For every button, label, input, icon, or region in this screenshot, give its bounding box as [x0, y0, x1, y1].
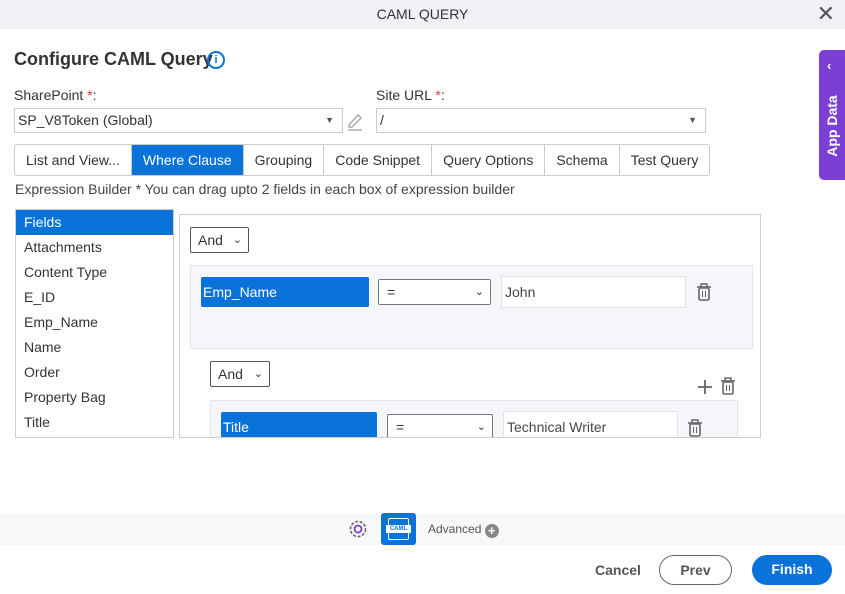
finish-button[interactable]: Finish: [752, 555, 832, 585]
field-item[interactable]: Order: [16, 360, 173, 385]
expression-builder-hint: Expression Builder * You can drag upto 2…: [15, 181, 515, 197]
gear-icon[interactable]: [347, 518, 369, 540]
fields-header: Fields: [16, 210, 173, 235]
close-icon[interactable]: ✕: [817, 3, 835, 25]
fields-list: Fields Attachments Content Type E_ID Emp…: [15, 209, 174, 438]
caml-file-icon[interactable]: CAML: [381, 513, 416, 545]
trash-icon[interactable]: [687, 419, 703, 437]
site-url-label: Site URL *:: [376, 87, 445, 103]
field-item[interactable]: Title: [16, 410, 173, 435]
tab-test-query[interactable]: Test Query: [619, 145, 710, 175]
field-item[interactable]: Attachments: [16, 235, 173, 260]
dialog-title-bar: CAML QUERY: [0, 0, 845, 29]
tab-list-and-view[interactable]: List and View...: [15, 145, 132, 175]
expression-builder: And ⌄ Emp_Name = ⌄ John And ⌄ Title = ⌄ Tech…: [179, 214, 761, 438]
advanced-link[interactable]: Advanced +: [428, 522, 499, 538]
condition-operator-select[interactable]: = ⌄: [378, 279, 491, 305]
outer-operator-select[interactable]: And ⌄: [190, 227, 249, 253]
inner-operator-select[interactable]: And ⌄: [210, 361, 270, 387]
condition-group-2: Title = ⌄ Technical Writer: [210, 400, 738, 437]
condition-value-input[interactable]: John: [501, 276, 686, 308]
prev-button[interactable]: Prev: [659, 555, 732, 585]
trash-icon[interactable]: [696, 283, 712, 301]
info-icon[interactable]: i: [207, 51, 225, 69]
field-item[interactable]: E_ID: [16, 285, 173, 310]
bottom-toolbar: [0, 513, 845, 545]
tab-code-snippet[interactable]: Code Snippet: [324, 145, 433, 175]
tab-bar: List and View... Where Clause Grouping C…: [14, 144, 711, 176]
plus-circle-icon: +: [484, 524, 499, 538]
add-icon[interactable]: [697, 379, 713, 395]
tab-where-clause[interactable]: Where Clause: [131, 145, 244, 175]
page-title: Configure CAML Query: [14, 49, 213, 69]
site-url-select[interactable]: / ▼: [376, 108, 706, 133]
edit-icon[interactable]: [346, 111, 364, 131]
tab-query-options[interactable]: Query Options: [432, 145, 546, 175]
field-item[interactable]: Name: [16, 335, 173, 360]
field-item[interactable]: Property Bag: [16, 385, 173, 410]
app-data-panel-toggle[interactable]: ‹ App Data: [819, 50, 845, 180]
tab-grouping[interactable]: Grouping: [243, 145, 325, 175]
field-item[interactable]: Emp_Name: [16, 310, 173, 335]
condition-group-1: Emp_Name = ⌄ John: [190, 265, 753, 349]
dropdown-arrow-icon: ▼: [325, 115, 334, 125]
chevron-left-icon: ‹: [827, 58, 832, 73]
dropdown-arrow-icon: ▼: [688, 115, 697, 125]
dialog-title: CAML QUERY: [376, 6, 469, 22]
condition-operator-select[interactable]: = ⌄: [387, 414, 493, 437]
condition-value-input[interactable]: Technical Writer: [503, 411, 678, 437]
sharepoint-label: SharePoint *:: [14, 87, 97, 103]
condition-field-chip[interactable]: Title: [221, 412, 377, 437]
field-item[interactable]: Content Type: [16, 260, 173, 285]
sharepoint-select[interactable]: SP_V8Token (Global) ▼: [14, 108, 343, 133]
cancel-button[interactable]: Cancel: [595, 562, 641, 578]
tab-schema[interactable]: Schema: [545, 145, 620, 175]
trash-icon[interactable]: [720, 377, 736, 395]
condition-field-chip[interactable]: Emp_Name: [201, 277, 369, 307]
